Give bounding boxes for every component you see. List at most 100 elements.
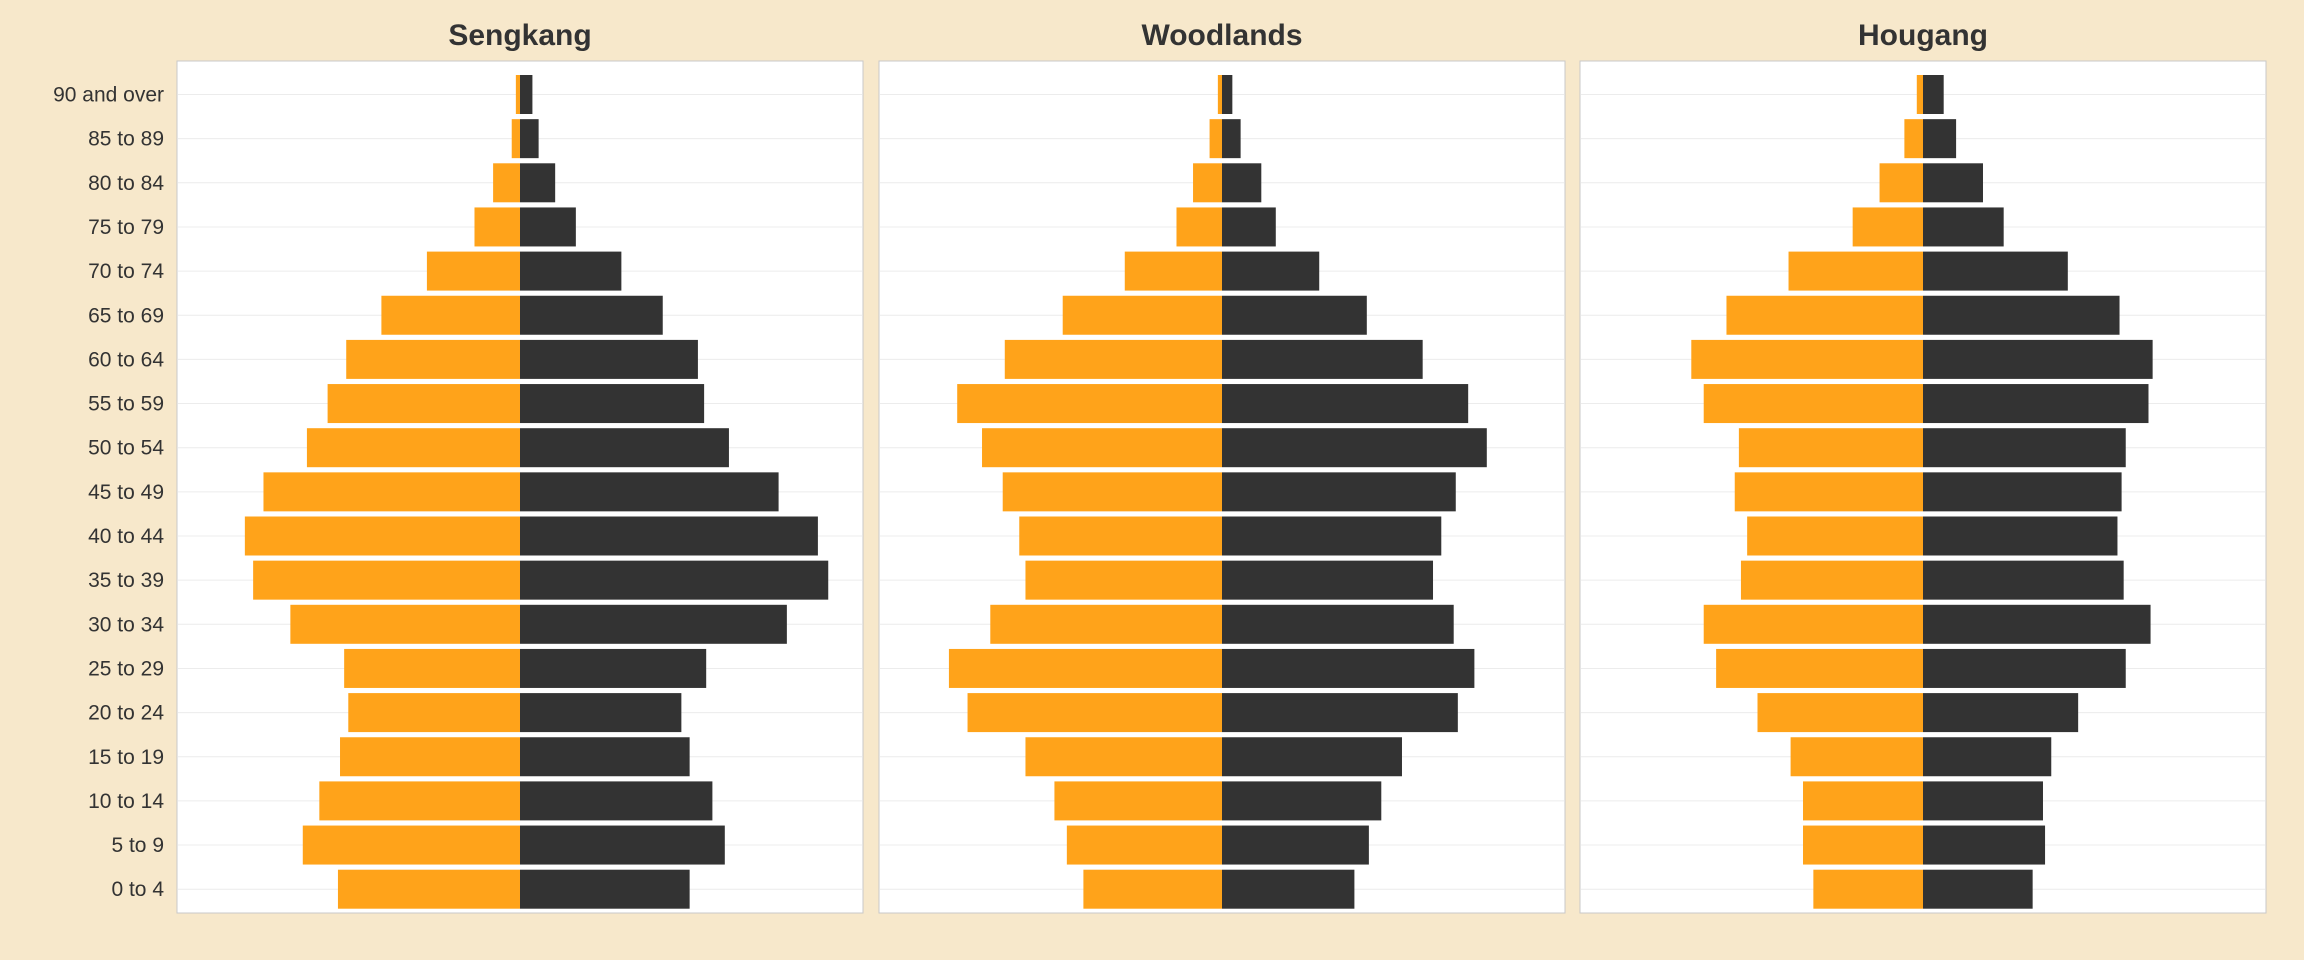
panel-2: Hougang [1579,19,2267,914]
bar-left [1813,869,1923,909]
bar-right [520,604,787,644]
bar-left [302,825,520,865]
bar-right [520,207,576,247]
bar-left [1019,516,1222,556]
bar-left [1193,163,1222,203]
bar-left [1002,472,1222,512]
bar-left [306,428,520,468]
bar-right [1923,295,2120,335]
bar-right [520,251,622,291]
y-tick-label: 20 to 24 [88,702,164,725]
bar-right [520,516,818,556]
bar-right [1222,472,1456,512]
bar-right [1923,781,2043,821]
bar-right [520,825,725,865]
bar-left [344,648,520,688]
bar-left [327,384,520,424]
y-tick-label: 45 to 49 [88,481,164,504]
y-tick-label: 60 to 64 [88,348,164,371]
bar-right [520,472,779,512]
bar-left [1757,693,1923,733]
bar-right [1923,516,2118,556]
bar-left [1790,737,1923,777]
bar-left [515,75,520,114]
bar-right [1222,251,1320,291]
bar-right [520,869,690,909]
bar-right [1222,604,1454,644]
bar-left [1176,207,1222,247]
bar-left [1066,825,1222,865]
bar-right [1923,339,2153,379]
bar-left [1852,207,1923,247]
y-tick-label: 75 to 79 [88,216,164,239]
y-tick-label: 15 to 19 [88,746,164,769]
bar-left [346,339,520,379]
bar-right [1222,163,1262,203]
bar-left [1209,119,1222,159]
bar-right [520,781,713,821]
bar-right [520,163,556,203]
bar-left [1803,825,1923,865]
bar-left [319,781,520,821]
bar-right [1222,295,1367,335]
bar-left [1025,737,1222,777]
y-tick-label: 85 to 89 [88,128,164,151]
bar-right [1923,428,2126,468]
bar-right [1923,251,2068,291]
bar-right [520,428,729,468]
bar-right [1923,207,2004,247]
bar-right [520,339,698,379]
bar-right [520,693,682,733]
bar-left [474,207,520,247]
bar-left [348,693,520,733]
y-tick-label: 40 to 44 [88,525,164,548]
bar-right [520,648,707,688]
bar-left [1691,339,1923,379]
y-tick-label: 65 to 69 [88,304,164,327]
bar-right [1923,560,2124,600]
bar-right [1222,384,1469,424]
bar-left [1217,75,1222,114]
y-tick-label: 10 to 14 [88,790,164,813]
bar-left [1703,604,1923,644]
bar-left [1703,384,1923,424]
bar-left [1879,163,1923,203]
bar-right [1923,737,2052,777]
bar-right [1222,869,1355,909]
bar-left [381,295,520,335]
bar-left [957,384,1222,424]
bar-left [244,516,520,556]
bar-left [1726,295,1923,335]
y-tick-label: 55 to 59 [88,393,164,416]
panel-1: Woodlands [878,19,1566,914]
bar-left [1803,781,1923,821]
bar-left [1083,869,1222,909]
bar-right [1923,648,2126,688]
panel-title: Woodlands [1141,19,1302,52]
bar-right [1923,869,2033,909]
bar-left [948,648,1222,688]
bar-left [1062,295,1222,335]
bar-left [253,560,520,600]
y-tick-label: 90 and over [53,84,164,107]
y-tick-label: 0 to 4 [111,878,164,901]
panel-title: Hougang [1858,19,1988,52]
bar-right [1222,75,1233,114]
bar-right [1923,604,2151,644]
bar-right [1222,119,1241,159]
bar-right [1923,163,1983,203]
bar-right [1923,693,2079,733]
bar-right [520,384,705,424]
bar-left [967,693,1222,733]
bar-left [1025,560,1222,600]
bar-right [1923,384,2149,424]
bar-left [1054,781,1222,821]
population-pyramid-figure: 0 to 4 5 to 9 10 to 14 15 to 19 20 to 24 25 t… [0,0,2304,960]
bar-right [1923,825,2046,865]
panel-0: Sengkang [176,19,864,914]
bar-right [1222,825,1369,865]
bar-left [1788,251,1923,291]
y-tick-label: 70 to 74 [88,260,164,283]
bar-right [1923,75,1944,114]
y-tick-label: 35 to 39 [88,569,164,592]
